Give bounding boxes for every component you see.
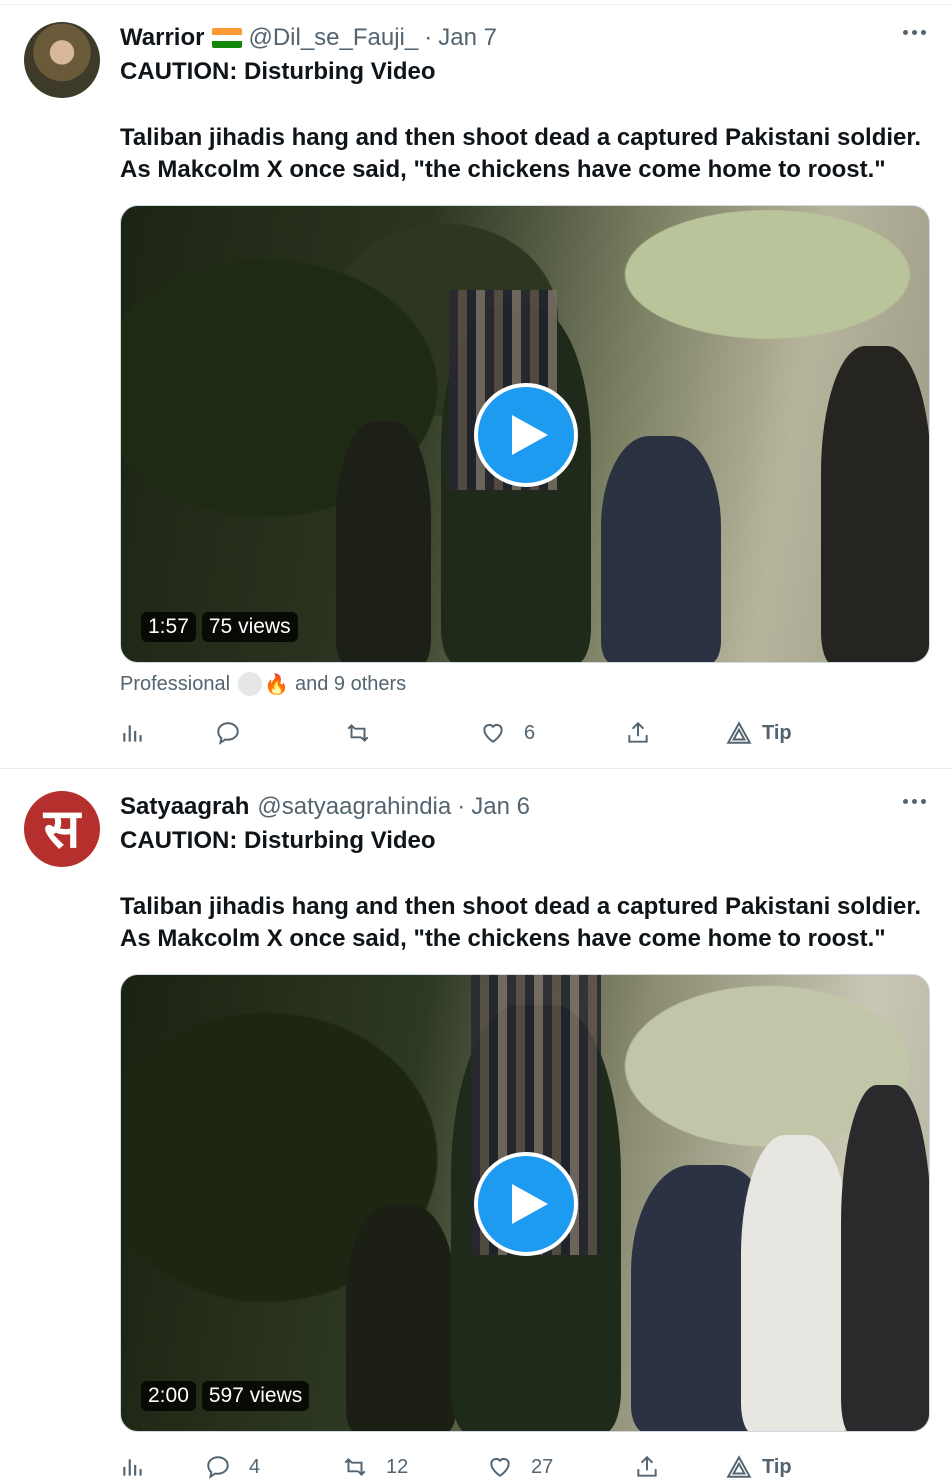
video-figure: [821, 346, 929, 662]
reply-icon: [217, 722, 239, 745]
like-button[interactable]: 27: [487, 1450, 553, 1484]
video-overlay: 2:00 597 views: [141, 1381, 310, 1411]
video-figure: [336, 421, 431, 662]
tip-button[interactable]: Tip: [726, 716, 792, 750]
tweet-text-line: As Makcolm X once said, "the chickens ha…: [120, 156, 886, 183]
retweet-button[interactable]: [345, 716, 371, 750]
display-name[interactable]: Warrior: [120, 24, 204, 52]
retweet-icon: [347, 724, 369, 742]
heart-icon: [483, 723, 503, 743]
play-icon[interactable]: [474, 383, 578, 487]
tweet-text-line: Taliban jihadis hang and then shoot dead…: [120, 893, 922, 920]
share-button[interactable]: [625, 716, 651, 750]
reply-button[interactable]: 4: [205, 1450, 260, 1484]
liked-by[interactable]: Professional 🔥 and 9 others: [120, 671, 406, 697]
tweet[interactable]: Warrior @Dil_se_Fauji_ · Jan 7 CAUTION: …: [0, 0, 952, 769]
action-bar: 4 12 27 Tip: [120, 1450, 920, 1484]
avatar-glyph: स: [43, 797, 81, 860]
video-views: 75 views: [201, 612, 298, 642]
timestamp[interactable]: Jan 6: [471, 793, 530, 821]
share-icon: [637, 1455, 657, 1477]
reply-icon: [207, 1456, 229, 1479]
handle[interactable]: @satyaagrahindia: [257, 793, 451, 821]
reply-button[interactable]: [215, 716, 241, 750]
video-views: 597 views: [201, 1381, 310, 1411]
tweet-header: Warrior @Dil_se_Fauji_ · Jan 7: [120, 22, 497, 54]
avatar[interactable]: स: [24, 791, 100, 867]
retweet-icon: [344, 1458, 366, 1476]
caution-line: CAUTION: Disturbing Video: [120, 827, 436, 854]
video-duration: 2:00: [141, 1381, 196, 1411]
tip-label: Tip: [762, 721, 792, 744]
tweet[interactable]: स Satyaagrah @satyaagrahindia · Jan 6 CA…: [0, 769, 952, 1484]
like-count: 6: [524, 721, 536, 744]
video-duration: 1:57: [141, 612, 196, 642]
separator: ·: [457, 793, 466, 820]
fire-icon: 🔥: [264, 673, 289, 696]
retweet-count: 12: [386, 1455, 409, 1478]
tip-label: Tip: [762, 1455, 792, 1478]
liked-by-prefix: Professional: [120, 672, 231, 695]
retweet-button[interactable]: 12: [342, 1450, 408, 1484]
handle[interactable]: @Dil_se_Fauji_: [248, 24, 418, 52]
tweet-text: Taliban jihadis hang and then shoot dead…: [120, 122, 922, 186]
display-name[interactable]: Satyaagrah: [120, 793, 249, 821]
more-icon[interactable]: [903, 30, 926, 35]
analytics-button[interactable]: [120, 1450, 146, 1484]
tip-button[interactable]: Tip: [726, 1450, 792, 1484]
avatar[interactable]: [24, 22, 100, 98]
tweet-text-line: Taliban jihadis hang and then shoot dead…: [120, 124, 922, 151]
video-player[interactable]: 1:57 75 views: [120, 205, 930, 663]
caution-line: CAUTION: Disturbing Video: [120, 58, 436, 85]
video-figure: [741, 1135, 851, 1431]
tweet-header: Satyaagrah @satyaagrahindia · Jan 6: [120, 791, 530, 823]
tweet-text: Taliban jihadis hang and then shoot dead…: [120, 891, 922, 955]
video-overlay: 1:57 75 views: [141, 612, 298, 642]
heart-icon: [490, 1457, 510, 1477]
timestamp[interactable]: Jan 7: [438, 24, 497, 52]
timeline-feed: Warrior @Dil_se_Fauji_ · Jan 7 CAUTION: …: [0, 0, 952, 1484]
analytics-icon: [123, 1459, 142, 1476]
tweet-text-line: As Makcolm X once said, "the chickens ha…: [120, 925, 886, 952]
analytics-button[interactable]: [120, 716, 146, 750]
video-figure: [346, 1205, 456, 1431]
action-bar: 6 Tip: [120, 716, 920, 750]
video-figure: [601, 436, 721, 662]
like-count: 27: [531, 1455, 554, 1478]
india-flag-icon: [212, 28, 243, 48]
video-figure: [841, 1085, 929, 1431]
reply-count: 4: [249, 1455, 261, 1478]
play-icon[interactable]: [474, 1152, 578, 1256]
more-icon[interactable]: [903, 799, 926, 804]
avatar: [238, 672, 263, 696]
separator: ·: [424, 24, 433, 51]
video-player[interactable]: 2:00 597 views: [120, 974, 930, 1432]
like-button[interactable]: 6: [480, 716, 535, 750]
tip-icon: [726, 1455, 752, 1478]
share-icon: [628, 721, 648, 743]
tip-icon: [726, 721, 752, 744]
share-button[interactable]: [634, 1450, 660, 1484]
analytics-icon: [123, 725, 142, 742]
liked-by-suffix: and 9 others: [294, 672, 407, 695]
